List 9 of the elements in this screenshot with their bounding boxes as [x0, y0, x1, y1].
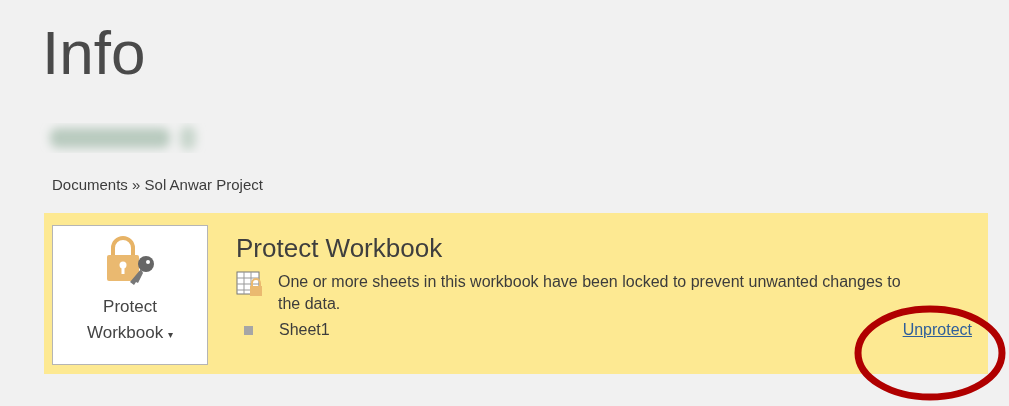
breadcrumb: Documents » Sol Anwar Project — [52, 176, 264, 193]
unprotect-link[interactable]: Unprotect — [902, 321, 972, 339]
protect-workbook-button[interactable]: Protect Workbook ▾ — [52, 225, 208, 365]
page-title: Info — [42, 18, 147, 88]
lock-and-key-icon — [104, 236, 156, 286]
sheet-name: Sheet1 — [279, 321, 331, 339]
section-title: Protect Workbook — [236, 232, 444, 265]
protection-description: One or more sheets in this workbook have been locked to prevent unwanted changes to the data. — [278, 272, 902, 314]
bullet-square-icon — [244, 325, 253, 335]
